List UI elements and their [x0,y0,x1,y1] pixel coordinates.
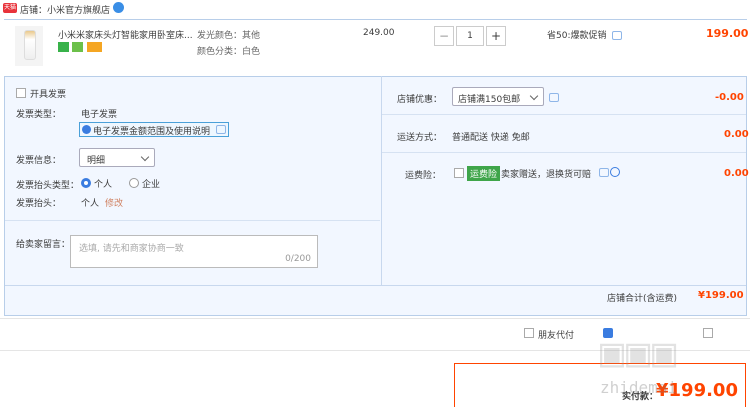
item-subtotal: 199.00 [706,27,749,40]
friend-pay-checkbox[interactable] [524,328,534,338]
wangwang-icon[interactable] [113,2,124,13]
invoice-checkbox[interactable] [16,88,26,98]
invoice-info-box[interactable]: 电子发票金额范围及使用说明 [79,122,229,137]
invoice-content-select[interactable]: 明细 [79,148,155,167]
invoice-title-value: 个人 [81,199,100,209]
promo-info-icon[interactable] [612,31,622,40]
insurance-badge: 运费险 [467,166,501,181]
attr1-value: 其他 [242,31,261,41]
quantity-plus-button[interactable]: + [486,26,506,46]
discount-amount: -0.00 [715,92,744,103]
unit-price: 249.00 [363,28,395,38]
shop-header: 天猫 店铺： 小米官方旗舰店 [0,0,750,18]
watermark-text: zhidemai [600,378,678,397]
message-placeholder: 选填, 请先和商家协商一致 [79,244,184,254]
quantity-minus-button[interactable]: − [434,26,454,46]
invoice-info-link[interactable]: 电子发票金额范围及使用说明 [93,124,210,137]
shop-label: 店铺： [20,6,48,16]
service-icon-guarantee [72,42,83,52]
shipping-divider [382,152,746,153]
item-row: 小米米家床头灯智能家用卧室床... 发光颜色： 其他 颜色分类： 白色 249.… [0,20,750,76]
radio-personal-label: 个人 [94,180,113,190]
info-icon [82,125,91,134]
discount-divider [382,114,746,115]
invoice-open-label: 开具发票 [30,90,67,100]
product-thumbnail[interactable] [15,26,43,66]
promo-text: 省50:爆款促销 [547,31,607,41]
attr2-label: 颜色分类： [197,47,243,57]
insurance-chat-icon[interactable] [599,168,609,177]
discount-select[interactable]: 店铺满150包邮 [452,87,544,106]
bottom-divider [0,318,750,319]
attr1-label: 发光颜色： [197,31,243,41]
invoice-info-chat-icon[interactable] [216,125,226,134]
total-label: 店铺合计(含运费) [607,294,678,304]
invoice-type-value: 电子发票 [81,110,118,120]
invoice-divider [5,220,380,221]
service-icon-card [87,42,102,52]
message-label: 给卖家留言： [16,240,71,250]
chevron-down-icon [529,91,539,101]
chevron-down-icon [140,152,150,162]
lamp-image-icon [24,30,36,60]
invoice-content-label: 发票信息： [16,156,62,166]
radio-company[interactable] [129,178,139,188]
quantity-input[interactable]: 1 [456,26,484,46]
invoice-type-label: 发票类型： [16,110,62,120]
invoice-title-label: 发票抬头： [16,199,62,209]
help-icon[interactable] [610,167,620,177]
invoice-edit-link[interactable]: 修改 [105,196,123,209]
misc-option-icon[interactable] [703,328,713,338]
total-divider [5,285,746,286]
shipping-amount: 0.00 [724,129,749,140]
product-title-link[interactable]: 小米米家床头灯智能家用卧室床... [58,28,193,41]
insurance-amount: 0.00 [724,168,749,179]
shop-name-link[interactable]: 小米官方旗舰店 [47,3,110,16]
watermark-logo: ▣▣▣ [600,330,679,376]
panel-divider [381,76,382,286]
invoice-content-value: 明细 [87,156,106,166]
attr2-value: 白色 [242,47,261,57]
insurance-checkbox[interactable] [454,168,464,178]
insurance-desc: 卖家赠送，退换货可赔 [501,170,592,180]
service-icon-7day [58,42,69,52]
radio-personal[interactable] [81,178,91,188]
message-counter: 0/200 [285,254,311,264]
shipping-label: 运送方式： [397,133,443,143]
total-amount: ¥199.00 [698,290,744,301]
insurance-label: 运费险： [405,171,442,181]
radio-company-label: 企业 [142,180,161,190]
discount-chat-icon[interactable] [549,93,559,102]
message-textarea[interactable]: 选填, 请先和商家协商一致 0/200 [70,235,318,268]
tmall-badge: 天猫 [3,3,17,13]
friend-pay-label: 朋友代付 [538,331,575,341]
invoice-title-type-label: 发票抬头类型： [16,181,80,191]
shipping-value: 普通配送 快递 免邮 [452,133,530,143]
discount-label: 店铺优惠： [397,95,443,105]
discount-value: 店铺满150包邮 [458,95,521,105]
